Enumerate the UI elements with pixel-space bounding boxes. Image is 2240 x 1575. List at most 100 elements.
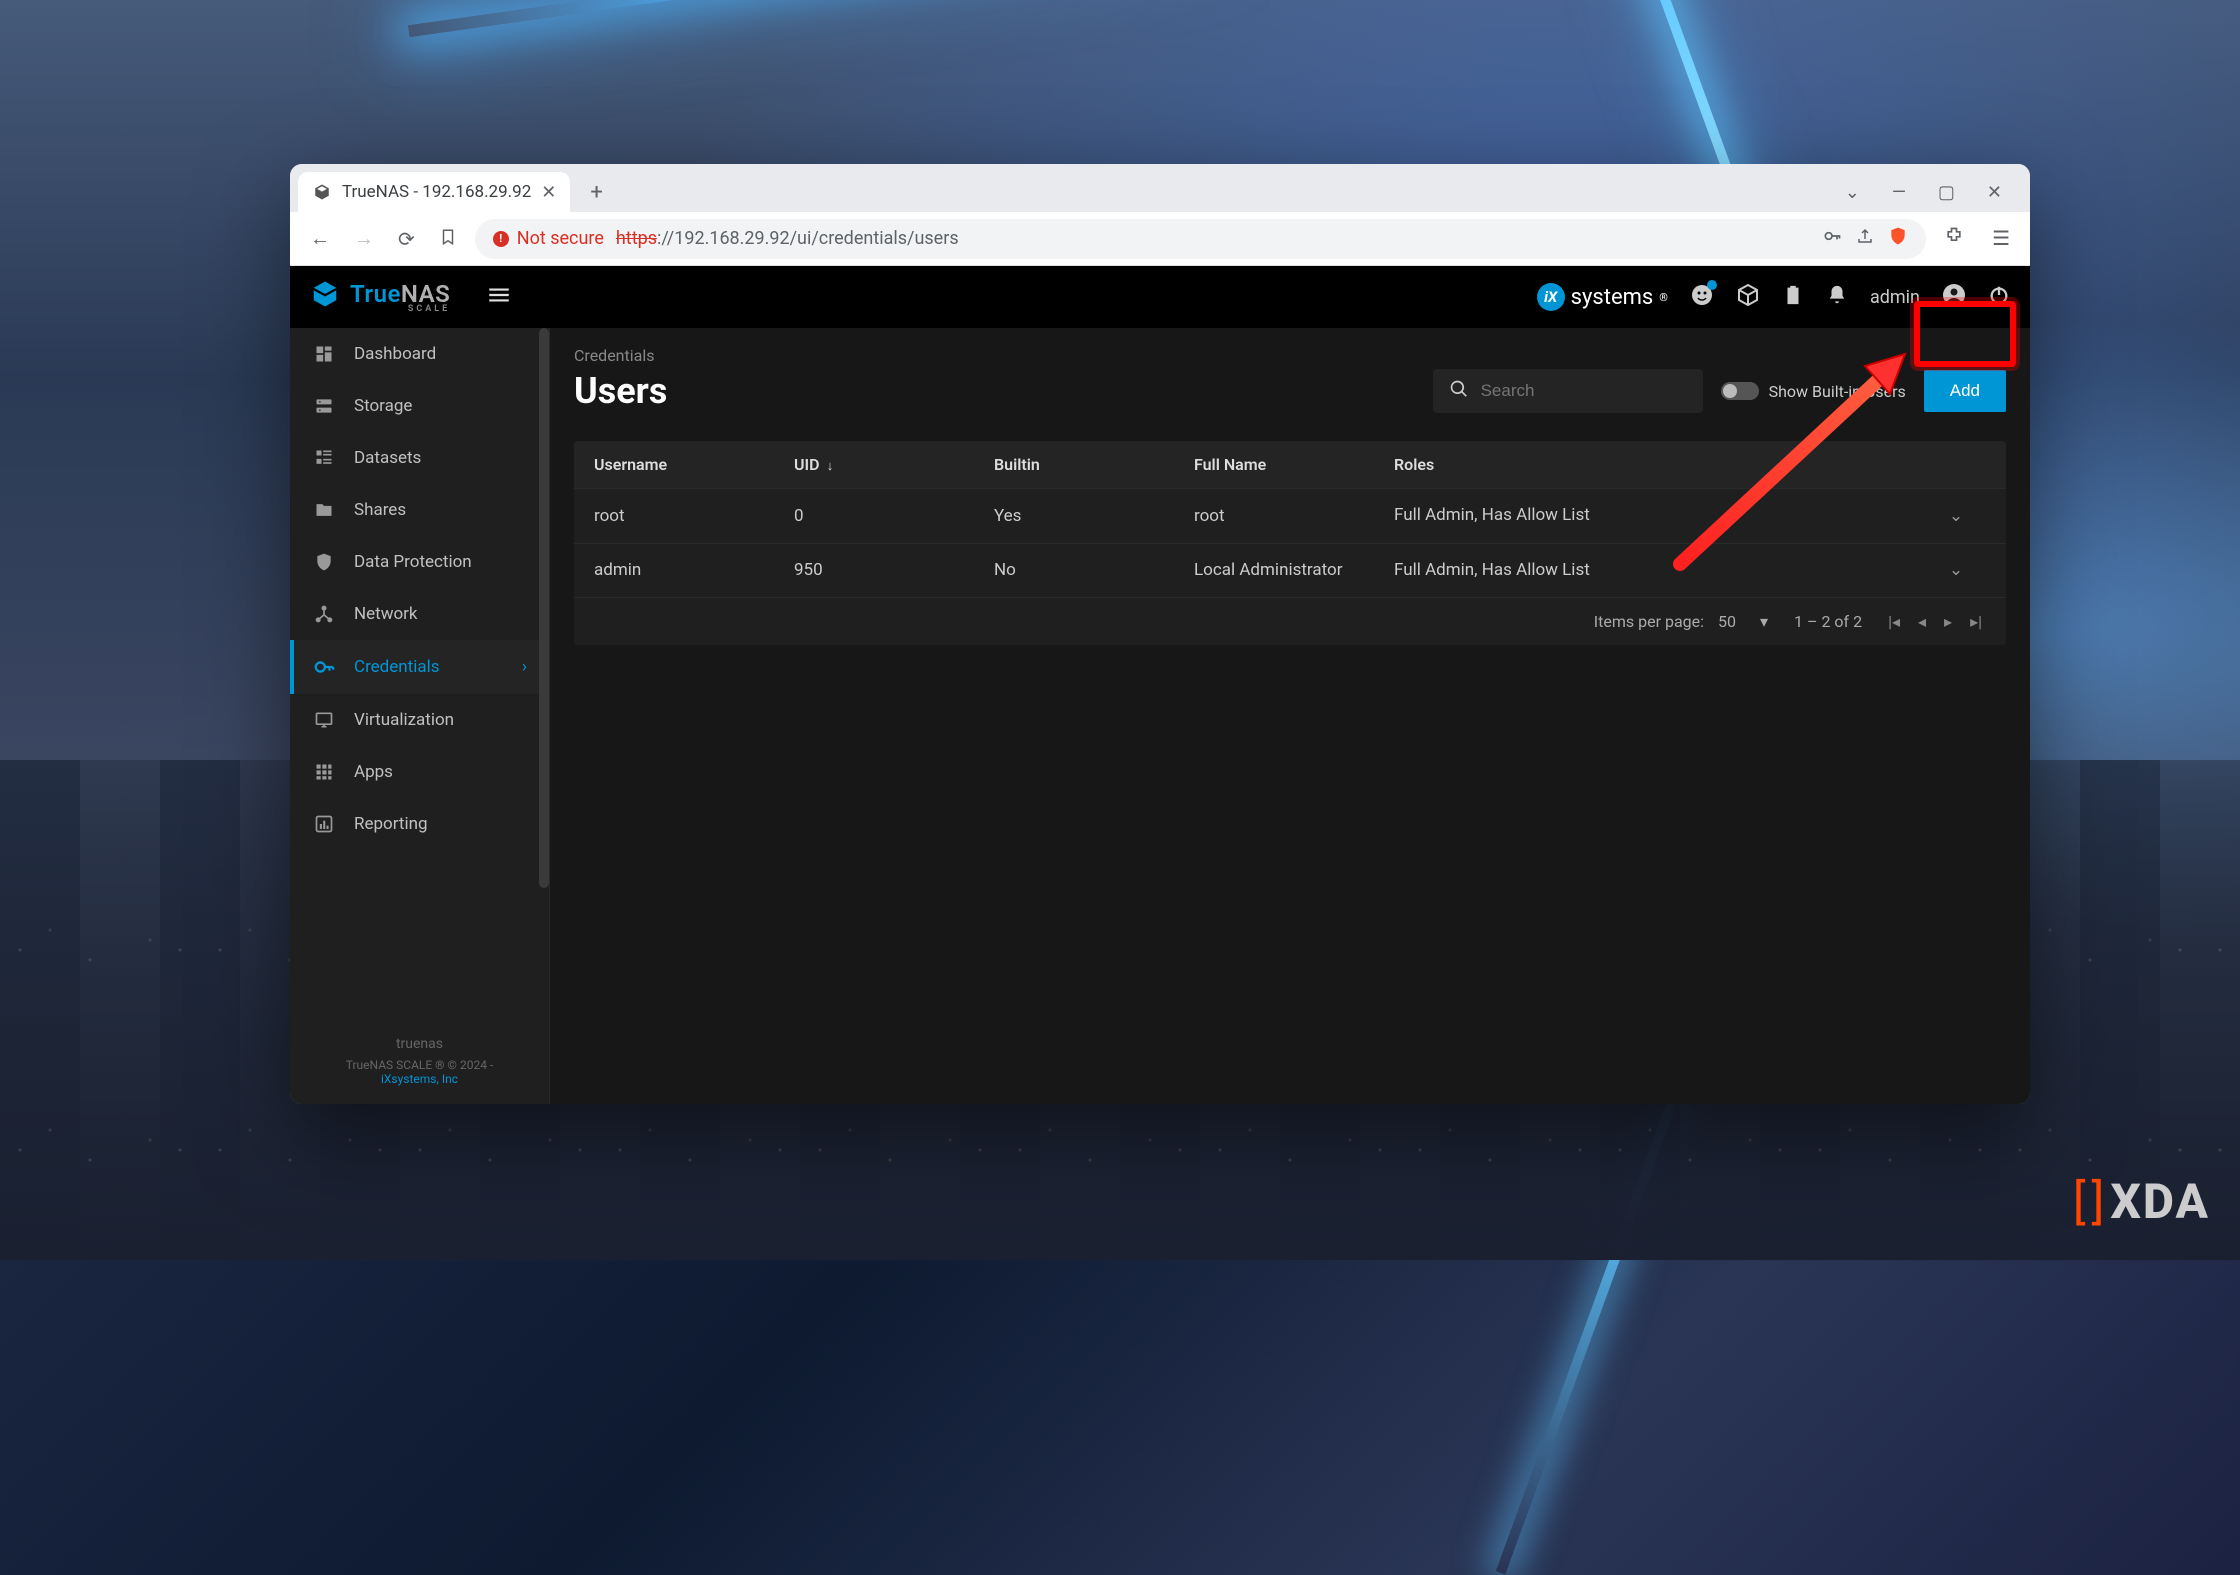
sidebar-item-storage[interactable]: Storage bbox=[290, 380, 549, 432]
user-icon[interactable] bbox=[1942, 283, 1966, 311]
sidebar-item-data-protection[interactable]: Data Protection bbox=[290, 536, 549, 588]
sidebar-item-label: Apps bbox=[354, 762, 393, 782]
search-box[interactable] bbox=[1433, 369, 1703, 413]
sidebar-item-shares[interactable]: Shares bbox=[290, 484, 549, 536]
close-window-icon[interactable]: ✕ bbox=[1983, 178, 2006, 207]
reload-icon[interactable]: ⟳ bbox=[392, 221, 421, 257]
tab-title: TrueNAS - 192.168.29.92 bbox=[342, 182, 531, 202]
cell-fullname: Local Administrator bbox=[1194, 560, 1394, 580]
minimize-icon[interactable]: — bbox=[1888, 178, 1910, 207]
pagination: Items per page: 50 ▾ 1 – 2 of 2 |◂ ◂ ▸ ▸… bbox=[574, 597, 2006, 645]
ixsystems-logo[interactable]: iX systems® bbox=[1537, 283, 1668, 311]
brave-shield-icon[interactable] bbox=[1888, 226, 1908, 251]
monitor-icon bbox=[312, 710, 336, 730]
footer-link[interactable]: iXsystems, Inc bbox=[381, 1072, 458, 1086]
sort-desc-icon: ↓ bbox=[824, 459, 834, 474]
power-icon[interactable] bbox=[1988, 284, 2010, 310]
first-page-icon[interactable]: |◂ bbox=[1888, 612, 1900, 631]
sidebar-scrollbar[interactable] bbox=[539, 328, 549, 888]
page-range: 1 – 2 of 2 bbox=[1794, 612, 1862, 631]
maximize-icon[interactable]: ▢ bbox=[1934, 178, 1959, 207]
table-header: Username UID ↓ Builtin Full Name Roles bbox=[574, 441, 2006, 488]
not-secure-badge[interactable]: ! Not secure bbox=[493, 228, 604, 249]
url-text: https://192.168.29.92/ui/credentials/use… bbox=[616, 228, 959, 249]
back-icon[interactable]: ← bbox=[304, 220, 336, 257]
key-icon[interactable] bbox=[1822, 226, 1842, 251]
col-username[interactable]: Username bbox=[594, 455, 794, 474]
search-input[interactable] bbox=[1481, 381, 1702, 401]
col-builtin[interactable]: Builtin bbox=[994, 455, 1194, 474]
page-size-label: Items per page: bbox=[1594, 612, 1704, 631]
builtin-toggle-wrap[interactable]: Show Built-in Users bbox=[1721, 382, 1906, 401]
toggle-switch[interactable] bbox=[1721, 382, 1759, 400]
clipboard-icon[interactable] bbox=[1782, 284, 1804, 310]
col-uid[interactable]: UID ↓ bbox=[794, 455, 994, 474]
cell-builtin: No bbox=[994, 560, 1194, 580]
main-content: Credentials Users Show Built-in Users Ad… bbox=[550, 328, 2030, 1104]
forward-icon[interactable]: → bbox=[348, 220, 380, 257]
chevron-down-icon[interactable]: ⌄ bbox=[1926, 506, 1986, 526]
truenas-logo[interactable]: TrueNASSCALE bbox=[310, 279, 450, 315]
table-row[interactable]: admin 950 No Local Administrator Full Ad… bbox=[574, 543, 2006, 598]
sidebar-item-label: Storage bbox=[354, 396, 412, 416]
browser-tab-strip: TrueNAS - 192.168.29.92 ✕ + ⌄ — ▢ ✕ bbox=[290, 164, 2030, 212]
extensions-icon[interactable] bbox=[1938, 220, 1970, 257]
share-icon[interactable] bbox=[1856, 227, 1874, 250]
dropdown-icon: ▾ bbox=[1760, 612, 1768, 631]
sidebar-item-datasets[interactable]: Datasets bbox=[290, 432, 549, 484]
hamburger-icon[interactable] bbox=[486, 282, 512, 312]
new-tab-button[interactable]: + bbox=[582, 176, 610, 209]
sidebar-item-network[interactable]: Network bbox=[290, 588, 549, 640]
logo-text: TrueNASSCALE bbox=[350, 280, 450, 314]
next-page-icon[interactable]: ▸ bbox=[1944, 612, 1952, 631]
chevron-down-icon[interactable]: ⌄ bbox=[1841, 178, 1864, 207]
sidebar-item-reporting[interactable]: Reporting bbox=[290, 798, 549, 850]
status-icon[interactable] bbox=[1690, 283, 1714, 311]
storage-icon bbox=[312, 396, 336, 416]
truenas-app: TrueNASSCALE iX systems® bbox=[290, 266, 2030, 1104]
users-table: Username UID ↓ Builtin Full Name Roles r… bbox=[574, 441, 2006, 645]
sidebar-item-label: Credentials bbox=[354, 657, 440, 677]
chevron-down-icon[interactable]: ⌄ bbox=[1926, 560, 1986, 580]
page-title: Users bbox=[574, 370, 667, 412]
sidebar-item-label: Data Protection bbox=[354, 552, 472, 572]
cell-uid: 950 bbox=[794, 560, 994, 580]
table-row[interactable]: root 0 Yes root Full Admin, Has Allow Li… bbox=[574, 488, 2006, 543]
cell-roles: Full Admin, Has Allow List bbox=[1394, 558, 1926, 584]
url-field[interactable]: ! Not secure https://192.168.29.92/ui/cr… bbox=[475, 219, 1926, 259]
page-size-select[interactable]: 50 ▾ bbox=[1718, 612, 1768, 631]
shield-icon bbox=[312, 552, 336, 572]
header-username[interactable]: admin bbox=[1870, 287, 1920, 308]
tab-close-icon[interactable]: ✕ bbox=[541, 182, 556, 203]
footer-copyright: TrueNAS SCALE ® © 2024 - bbox=[346, 1058, 493, 1072]
sidebar-item-dashboard[interactable]: Dashboard bbox=[290, 328, 549, 380]
col-roles[interactable]: Roles bbox=[1394, 455, 1926, 474]
key-icon bbox=[312, 656, 336, 678]
apps-icon bbox=[312, 762, 336, 782]
cell-username: admin bbox=[594, 560, 794, 580]
bell-icon[interactable] bbox=[1826, 284, 1848, 310]
footer-hostname: truenas bbox=[308, 1036, 531, 1052]
cell-username: root bbox=[594, 506, 794, 526]
sidebar-item-credentials[interactable]: Credentials › bbox=[290, 640, 549, 694]
col-fullname[interactable]: Full Name bbox=[1194, 455, 1394, 474]
sidebar-item-label: Datasets bbox=[354, 448, 421, 468]
browser-tab[interactable]: TrueNAS - 192.168.29.92 ✕ bbox=[298, 172, 570, 212]
cell-uid: 0 bbox=[794, 506, 994, 526]
xda-watermark: []XDA bbox=[2073, 1173, 2210, 1230]
sidebar-item-apps[interactable]: Apps bbox=[290, 746, 549, 798]
breadcrumb[interactable]: Credentials bbox=[574, 346, 2006, 365]
chart-icon bbox=[312, 814, 336, 834]
sidebar-item-label: Reporting bbox=[354, 814, 428, 834]
search-icon bbox=[1449, 379, 1469, 403]
window-controls: ⌄ — ▢ ✕ bbox=[1841, 178, 2022, 207]
ix-text: systems bbox=[1571, 285, 1654, 310]
bookmark-icon[interactable] bbox=[433, 221, 463, 257]
prev-page-icon[interactable]: ◂ bbox=[1918, 612, 1926, 631]
cube-icon[interactable] bbox=[1736, 283, 1760, 311]
cell-fullname: root bbox=[1194, 506, 1394, 526]
last-page-icon[interactable]: ▸| bbox=[1970, 612, 1982, 631]
menu-icon[interactable]: ☰ bbox=[1986, 220, 2016, 257]
sidebar-item-virtualization[interactable]: Virtualization bbox=[290, 694, 549, 746]
add-user-button[interactable]: Add bbox=[1924, 370, 2006, 412]
